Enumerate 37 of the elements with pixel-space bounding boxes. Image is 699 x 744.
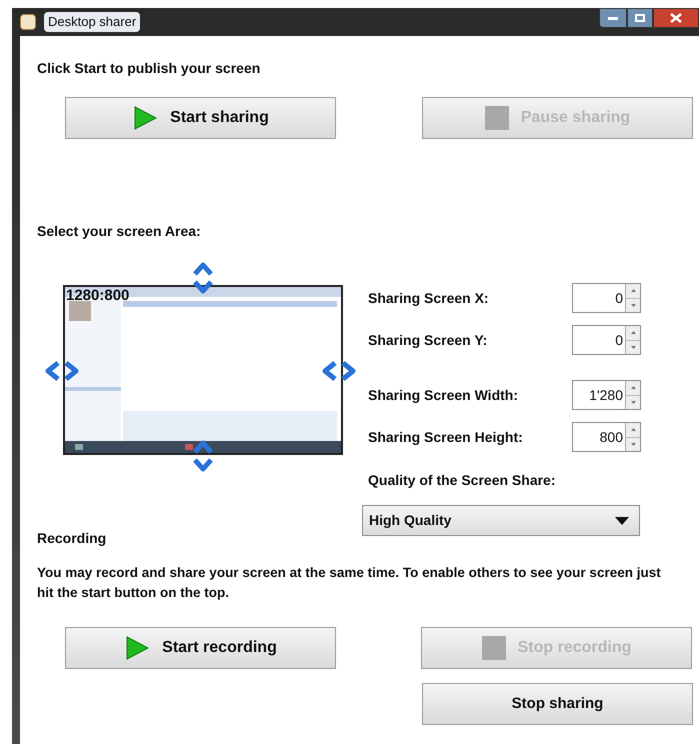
spinner-field[interactable]: 1'280 [572,380,641,410]
spin-down-icon[interactable] [626,438,640,451]
field-label: Sharing Screen Width: [368,386,520,405]
window-title: Desktop sharer [44,12,140,32]
recording-description: You may record and share your screen at the same time. To enable others to see your screen just hit the start button on the top. [37,564,662,602]
resolution-label: 1280:800 [66,287,130,306]
spinner-field[interactable]: 0 [572,325,641,355]
spin-down-icon[interactable] [626,298,640,312]
play-icon [124,635,150,661]
maximize-button[interactable] [627,8,653,28]
spin-down-icon[interactable] [626,340,640,354]
stop-icon [482,636,506,660]
spinner-field[interactable]: 800 [572,422,641,452]
close-icon [670,13,682,23]
close-button[interactable] [653,8,699,28]
start-button[interactable]: Start recording [65,627,336,669]
stop-sharing-button[interactable]: Stop sharing [422,683,693,725]
spin-up-icon[interactable] [626,423,640,438]
minimize-button[interactable] [599,8,627,28]
field-label: Sharing Screen X: [368,288,490,308]
quality-dropdown[interactable]: High Quality [362,505,640,536]
area-heading: Select your screen Area: [37,222,202,241]
dropdown-caret-icon [615,516,629,524]
quality-label: Quality of the Screen Share: [368,471,556,490]
spin-down-icon[interactable] [626,396,640,409]
field-label: Sharing Screen Y: [368,330,488,350]
spinner-field[interactable]: 0 [572,283,641,313]
start-button[interactable]: Start sharing [65,97,336,139]
intro-text: Click Start to publish your screen [37,59,262,78]
spin-up-icon[interactable] [626,381,640,396]
play-icon [132,105,158,131]
app-icon [20,14,36,30]
spin-up-icon[interactable] [626,326,640,340]
spin-up-icon[interactable] [626,284,640,298]
field-label: Sharing Screen Height: [368,428,524,447]
stop-icon [484,106,509,130]
recording-heading: Recording [37,529,108,548]
